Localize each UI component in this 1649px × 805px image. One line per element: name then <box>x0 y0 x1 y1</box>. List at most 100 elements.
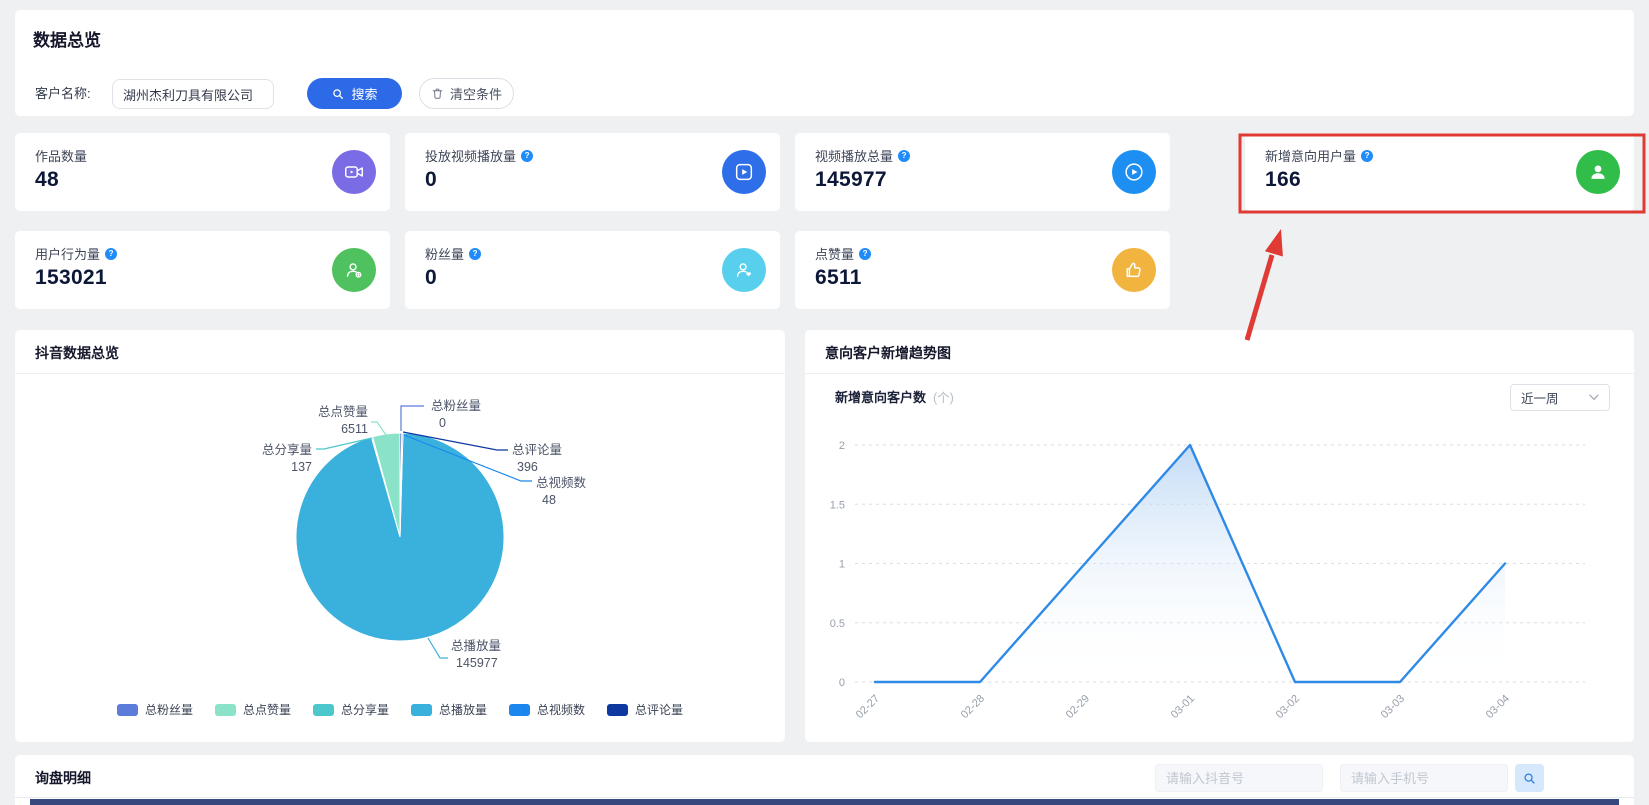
video-camera-icon <box>332 150 376 194</box>
inquiry-panel-title: 询盘明细 <box>35 768 91 788</box>
stat-card-label: 视频播放总量 <box>815 146 893 165</box>
svg-text:0: 0 <box>839 677 845 689</box>
svg-text:1: 1 <box>839 559 845 571</box>
clear-button-label: 清空条件 <box>450 84 502 103</box>
stat-card-label: 用户行为量 <box>35 244 100 263</box>
douyin-overview-panel: 抖音数据总览 总粉丝量 0 总点赞量 6511 总分享量 137 总播放量 145977 总视频… <box>15 330 785 742</box>
svg-text:总分享量: 总分享量 <box>262 442 312 457</box>
info-icon[interactable]: ? <box>859 248 871 260</box>
douyin-pie-chart: 总粉丝量 0 总点赞量 6511 总分享量 137 总播放量 145977 总视频数 48 总评论量… <box>15 330 785 742</box>
user-filled-icon <box>1576 150 1620 194</box>
legend-label: 总评论量 <box>635 701 683 718</box>
inquiry-search-button[interactable] <box>1515 764 1544 792</box>
search-button[interactable]: 搜索 <box>307 78 402 109</box>
metric-label: 新增意向客户数 <box>835 387 926 406</box>
svg-text:总播放量: 总播放量 <box>451 638 501 653</box>
customer-name-label: 客户名称: <box>35 79 91 109</box>
legend-label: 总粉丝量 <box>145 701 193 718</box>
legend-item[interactable]: 总粉丝量 <box>117 701 193 718</box>
svg-text:总评论量: 总评论量 <box>512 443 562 457</box>
info-icon[interactable]: ? <box>1361 150 1373 162</box>
dashboard-root: 数据总览 客户名称: 搜索 清空条件 作品数量48投放视频播放量?0视频播放总量… <box>0 0 1649 805</box>
search-icon <box>331 87 345 101</box>
stat-card-label: 新增意向用户量 <box>1265 146 1356 165</box>
trash-icon <box>431 87 444 100</box>
stat-card-label: 粉丝量 <box>425 244 464 263</box>
legend-item[interactable]: 总视频数 <box>509 701 585 718</box>
svg-text:0.5: 0.5 <box>830 618 845 630</box>
legend-item[interactable]: 总分享量 <box>313 701 389 718</box>
stat-card: 作品数量48 <box>15 133 390 211</box>
info-icon[interactable]: ? <box>105 248 117 260</box>
legend-swatch <box>607 704 628 716</box>
douyin-id-input[interactable] <box>1155 764 1323 792</box>
stat-card: 粉丝量?0 <box>405 231 780 309</box>
svg-text:03-04: 03-04 <box>1484 693 1512 721</box>
divider <box>15 373 785 374</box>
annotation-arrow-shaft <box>1247 255 1272 340</box>
svg-text:总点赞量: 总点赞量 <box>318 405 368 419</box>
svg-text:1.5: 1.5 <box>830 499 845 511</box>
info-icon[interactable]: ? <box>898 150 910 162</box>
clear-filters-button[interactable]: 清空条件 <box>419 78 514 109</box>
customer-name-input[interactable] <box>112 79 274 109</box>
legend-swatch <box>117 704 138 716</box>
legend-swatch <box>215 704 236 716</box>
stat-card-label: 投放视频播放量 <box>425 146 516 165</box>
svg-text:2: 2 <box>839 440 845 452</box>
thumbs-up-icon <box>1112 248 1156 292</box>
legend-label: 总播放量 <box>439 701 487 718</box>
pie-slice <box>400 433 403 537</box>
svg-text:0: 0 <box>439 416 446 430</box>
pie-slice <box>296 433 504 641</box>
stat-card-label: 作品数量 <box>35 146 87 165</box>
inquiry-detail-panel: 询盘明细 <box>15 755 1634 805</box>
svg-text:总粉丝量: 总粉丝量 <box>431 398 481 413</box>
svg-text:03-01: 03-01 <box>1169 693 1197 721</box>
pie-slice <box>371 437 400 537</box>
svg-text:02-29: 02-29 <box>1064 693 1092 721</box>
pie-slice <box>400 433 402 537</box>
divider <box>805 373 1634 374</box>
overview-header-panel: 数据总览 客户名称: 搜索 清空条件 <box>15 10 1634 116</box>
stat-card: 投放视频播放量?0 <box>405 133 780 211</box>
svg-text:03-02: 03-02 <box>1274 693 1302 721</box>
legend-label: 总点赞量 <box>243 701 291 718</box>
info-icon[interactable]: ? <box>521 150 533 162</box>
search-icon <box>1522 771 1537 786</box>
date-range-select[interactable]: 近一周 <box>1510 384 1610 411</box>
user-fan-icon <box>722 248 766 292</box>
info-icon[interactable]: ? <box>469 248 481 260</box>
chevron-down-icon <box>1589 394 1599 401</box>
phone-number-input[interactable] <box>1340 764 1508 792</box>
svg-text:48: 48 <box>542 493 556 507</box>
legend-swatch <box>411 704 432 716</box>
legend-label: 总分享量 <box>341 701 389 718</box>
svg-text:03-03: 03-03 <box>1379 693 1407 721</box>
stat-card-label: 点赞量 <box>815 244 854 263</box>
svg-text:145977: 145977 <box>456 656 498 670</box>
stat-card: 用户行为量?153021 <box>15 231 390 309</box>
annotation-arrow-head <box>1265 229 1283 257</box>
legend-item[interactable]: 总评论量 <box>607 701 683 718</box>
date-range-value: 近一周 <box>1521 388 1559 407</box>
divider <box>15 797 1634 798</box>
play-circle-icon <box>1112 150 1156 194</box>
legend-item[interactable]: 总播放量 <box>411 701 487 718</box>
search-button-label: 搜索 <box>351 84 377 103</box>
svg-text:396: 396 <box>517 460 538 474</box>
table-header-strip <box>30 799 1619 805</box>
svg-text:02-28: 02-28 <box>959 693 987 721</box>
page-title: 数据总览 <box>33 26 101 51</box>
legend-label: 总视频数 <box>537 701 585 718</box>
metric-unit: (个) <box>933 387 954 406</box>
stat-card: 新增意向用户量?166 <box>1245 133 1634 211</box>
douyin-panel-title: 抖音数据总览 <box>35 343 119 363</box>
legend-item[interactable]: 总点赞量 <box>215 701 291 718</box>
trend-line <box>875 445 1505 682</box>
play-square-icon <box>722 150 766 194</box>
legend-swatch <box>313 704 334 716</box>
svg-text:6511: 6511 <box>341 422 368 436</box>
svg-text:137: 137 <box>291 460 312 474</box>
svg-text:02-27: 02-27 <box>854 693 882 721</box>
